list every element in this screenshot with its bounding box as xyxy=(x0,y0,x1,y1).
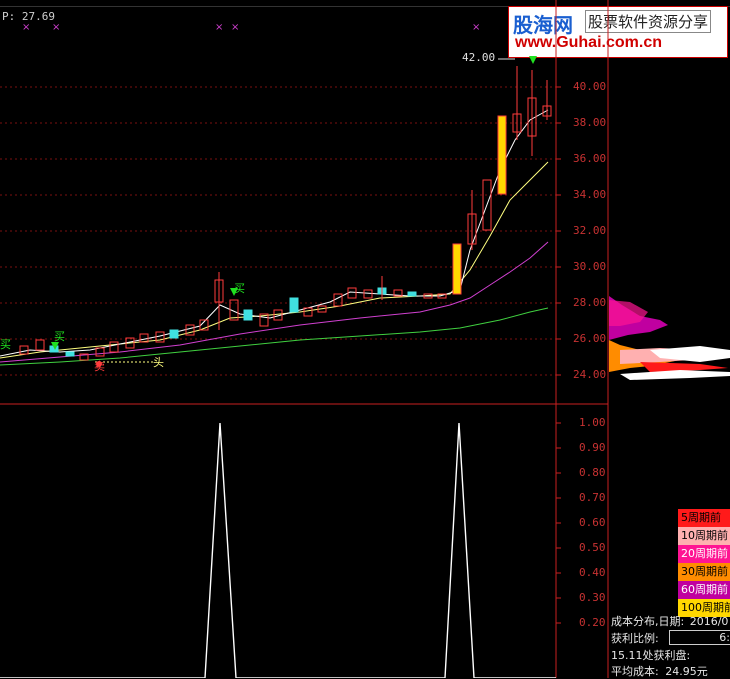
cost-dist-label: 成本分布,日期: 2016/0 xyxy=(611,613,728,629)
candle-up xyxy=(109,341,119,353)
price-chart xyxy=(0,0,730,678)
candle-down xyxy=(169,329,179,339)
indicator-tick: 0.50 xyxy=(579,541,606,554)
profit-ratio-row: 获利比例: 6: xyxy=(611,630,730,646)
main-grid xyxy=(0,86,556,376)
price-tick: 34.00 xyxy=(573,188,607,201)
indicator-tick: 1.00 xyxy=(579,416,606,429)
candle-down xyxy=(243,309,253,321)
legend-item-5: 5周期前 xyxy=(678,509,730,527)
cost-dist-title: 成本分布,日期: xyxy=(611,615,685,628)
profit-ratio-label: 获利比例: xyxy=(611,632,659,645)
legend-item-20: 20周期前 xyxy=(678,545,730,563)
price-tick: 26.00 xyxy=(573,332,607,345)
indicator-tick: 0.60 xyxy=(579,516,606,529)
candle-limit-up xyxy=(452,243,462,295)
legend-item-30: 30周期前 xyxy=(678,563,730,581)
indicator-tick: 0.70 xyxy=(579,491,606,504)
indicator-line xyxy=(0,422,556,678)
candle-up xyxy=(333,293,343,307)
buy-label: 买 xyxy=(234,282,245,295)
candle-limit-up xyxy=(497,115,507,195)
candle-down xyxy=(289,297,299,313)
candle-down xyxy=(407,291,417,297)
sell-label: 卖 xyxy=(94,360,105,373)
indicator-tick: 0.40 xyxy=(579,566,606,579)
high-marker-label: 42.00 xyxy=(462,51,496,64)
candle-up xyxy=(347,287,357,299)
price-tick: 38.00 xyxy=(573,116,607,129)
price-tick: 28.00 xyxy=(573,296,607,309)
price-tick: 24.00 xyxy=(573,368,607,381)
chip-band-white xyxy=(620,370,730,380)
avg-cost-row: 平均成本: 24.95元 xyxy=(611,663,708,679)
profit-ratio-box: 6: xyxy=(669,630,730,645)
indicator-tick: 0.20 xyxy=(579,616,606,629)
candle-up xyxy=(95,347,105,357)
candle-up xyxy=(303,307,313,317)
legend-item-60: 60周期前 xyxy=(678,581,730,599)
price-tick: 32.00 xyxy=(573,224,607,237)
indicator-tick: 0.30 xyxy=(579,591,606,604)
price-tick: 40.00 xyxy=(573,80,607,93)
candles xyxy=(19,66,552,361)
candle-up xyxy=(19,345,29,355)
buy-label: 买 xyxy=(54,330,65,343)
candle-up xyxy=(363,289,373,299)
buy-label: 买 xyxy=(0,338,11,351)
indicator-tick: 0.90 xyxy=(579,441,606,454)
candle-up xyxy=(139,333,149,343)
stock-chart-window: P: 27.69 × × × × × 股海网 股票软件资源分享 www.Guha… xyxy=(0,0,730,678)
price-tick: 36.00 xyxy=(573,152,607,165)
legend-item-10: 10周期前 xyxy=(678,527,730,545)
price-tick: 30.00 xyxy=(573,260,607,273)
chip-distribution xyxy=(609,296,730,380)
cost-dist-date: 2016/0 xyxy=(689,615,729,628)
ma30-line xyxy=(0,241,549,363)
head-label: 头 xyxy=(153,356,164,369)
profit-ratio-value: 6: xyxy=(719,631,730,644)
avg-cost-value: 24.95元 xyxy=(665,665,708,678)
candle-down xyxy=(65,351,75,357)
candle-up xyxy=(35,339,45,351)
profit-at-label: 15.11处获利盘: xyxy=(611,649,691,662)
avg-cost-label: 平均成本: xyxy=(611,665,659,678)
indicator-tick: 0.80 xyxy=(579,466,606,479)
